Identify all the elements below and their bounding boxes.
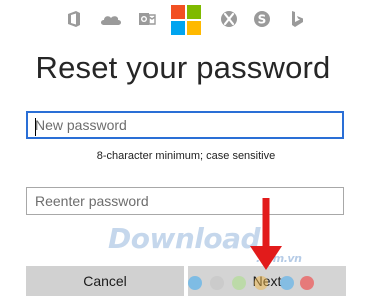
watermark-dot: [300, 276, 314, 290]
text-cursor: [35, 118, 36, 136]
microsoft-services-bar: S: [0, 4, 366, 35]
svg-text:S: S: [258, 13, 267, 27]
watermark-dot: [280, 276, 294, 290]
reenter-password-input[interactable]: [26, 187, 344, 215]
outlook-icon: [139, 13, 156, 25]
watermark-dot: [210, 276, 224, 290]
skype-icon: S: [254, 11, 270, 27]
office-icon: [68, 11, 80, 27]
bing-icon: [292, 11, 303, 27]
watermark-brand: Download: [108, 222, 261, 255]
xbox-icon: [221, 11, 237, 27]
page-title: Reset your password: [35, 50, 331, 85]
watermark-dot: [232, 276, 246, 290]
cancel-button[interactable]: Cancel: [26, 266, 184, 296]
microsoft-logo: [171, 5, 201, 35]
red-arrow-icon: [250, 198, 282, 270]
onedrive-icon: [101, 16, 121, 25]
new-password-input[interactable]: [26, 111, 344, 139]
watermark-dot: [254, 276, 268, 290]
watermark-dot: [188, 276, 202, 290]
password-requirements-hint: 8-character minimum; case sensitive: [96, 150, 276, 162]
